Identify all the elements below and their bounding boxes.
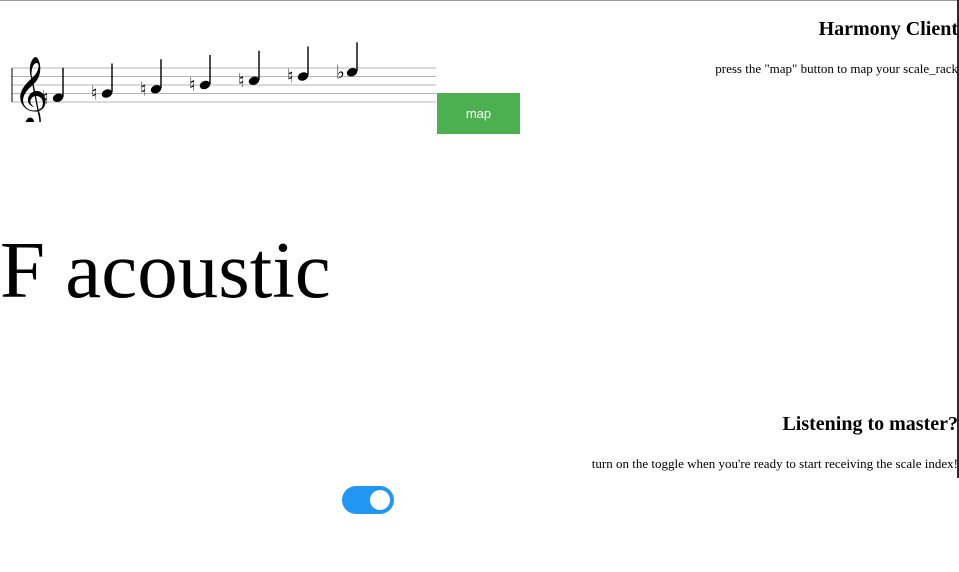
note-eb5: ♭ — [336, 42, 358, 83]
map-instruction: press the "map" button to map your scale… — [715, 61, 958, 76]
top-border — [0, 0, 959, 1]
natural-icon: ♮ — [189, 74, 196, 96]
flat-icon: ♭ — [336, 61, 345, 83]
toggle-instruction: turn on the toggle when you're ready to … — [591, 456, 958, 471]
note-d5: ♮ — [287, 46, 309, 88]
listening-title: Listening to master? — [782, 413, 958, 435]
note-g4: ♮ — [91, 63, 113, 105]
staff-notation: 𝄞 ♮ ♮ ♮ ♮ ♮ ♮ ♭ — [11, 42, 436, 122]
note-c5: ♮ — [238, 50, 260, 92]
natural-icon: ♮ — [238, 70, 245, 92]
toggle-knob — [370, 490, 390, 510]
map-button[interactable]: map — [437, 93, 520, 134]
natural-icon: ♮ — [140, 78, 147, 100]
note-a4: ♮ — [140, 59, 162, 100]
note-b4: ♮ — [189, 55, 211, 96]
app-title: Harmony Client — [818, 18, 958, 40]
natural-icon: ♮ — [91, 83, 98, 105]
natural-icon: ♮ — [287, 66, 294, 88]
listening-toggle[interactable] — [342, 486, 394, 514]
natural-icon: ♮ — [42, 87, 49, 109]
scale-name: F acoustic — [0, 225, 331, 315]
